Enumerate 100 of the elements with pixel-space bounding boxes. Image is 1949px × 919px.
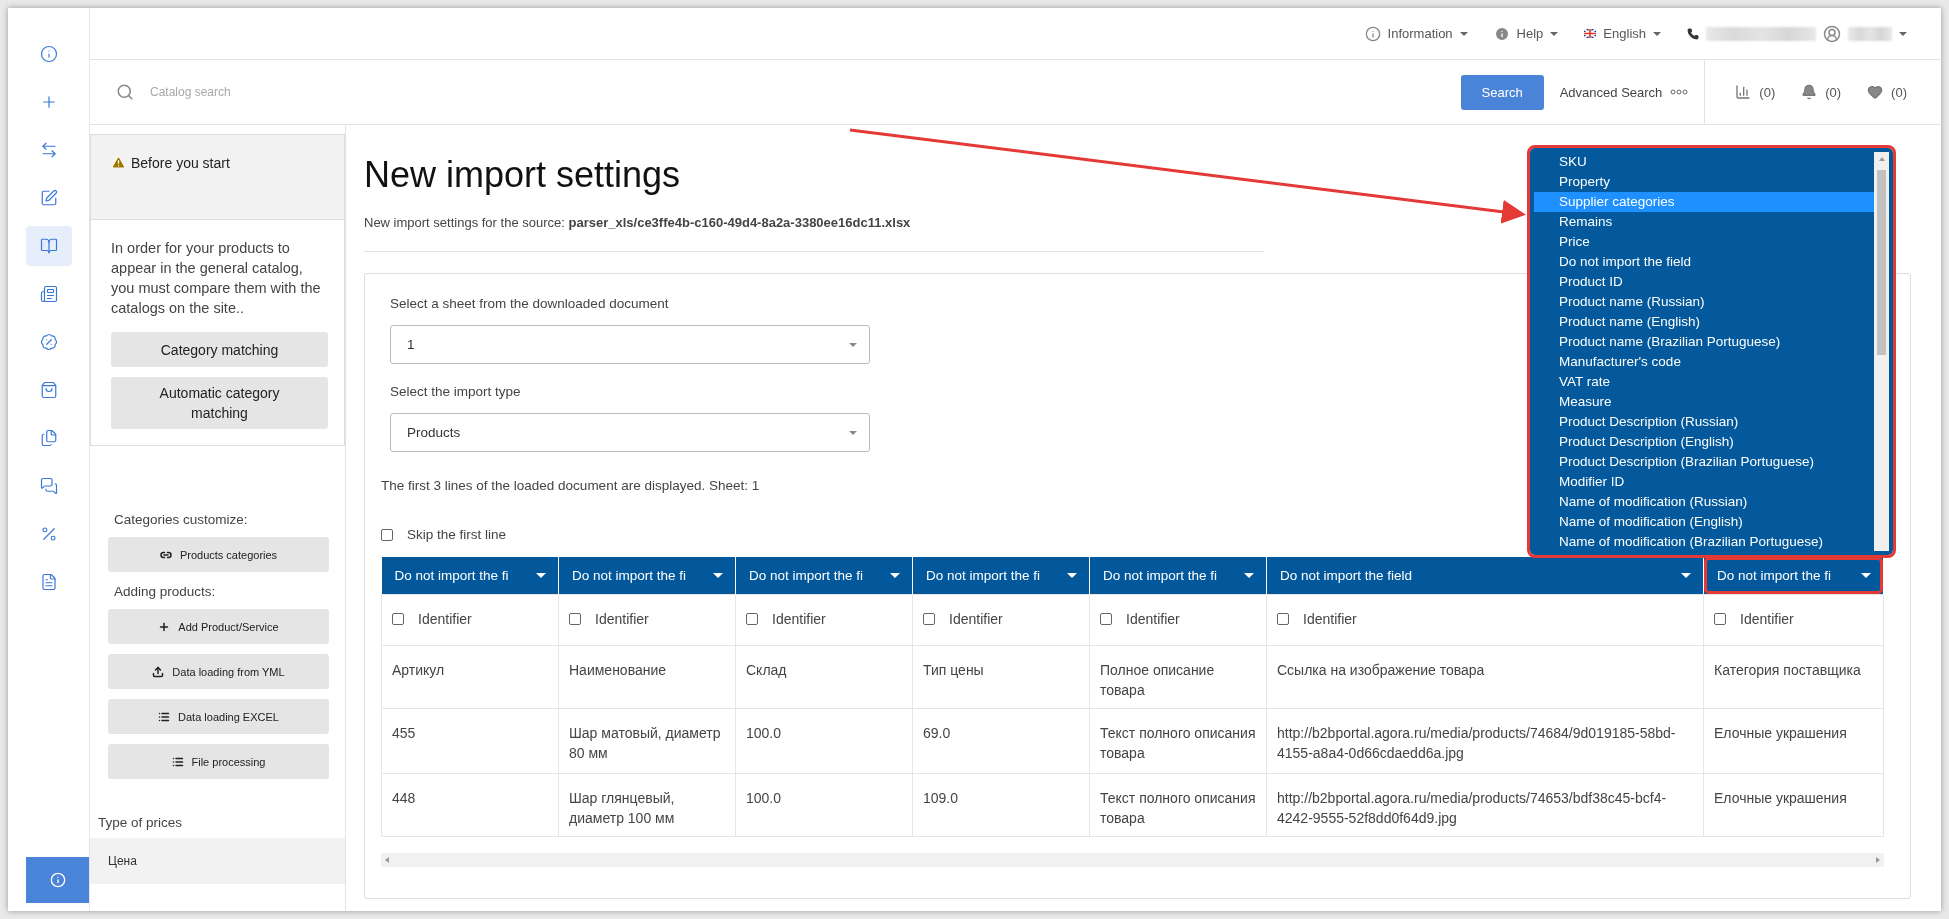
info-icon bbox=[1364, 25, 1381, 42]
sheet-select[interactable]: 1 bbox=[390, 325, 870, 364]
field-label: Select the import type bbox=[390, 384, 521, 399]
dropdown-option[interactable]: Name of modification (Brazilian Portuguese) bbox=[1534, 532, 1874, 552]
counter: (0) bbox=[1891, 84, 1907, 100]
dropdown-option[interactable]: Name of modification (Russian) bbox=[1534, 492, 1874, 512]
dropdown-option[interactable]: Measure bbox=[1534, 392, 1874, 412]
table-cell: Тип цены bbox=[912, 645, 1090, 708]
table-cell: Шар глянцевый, диаметр 100 мм bbox=[558, 773, 736, 836]
documents-icon bbox=[39, 429, 58, 447]
table-cell: Категория поставщика bbox=[1703, 645, 1884, 708]
dropdown-option[interactable]: Remains bbox=[1534, 212, 1874, 232]
dropdown-option[interactable]: Product name (English) bbox=[1534, 312, 1874, 332]
import-type-select[interactable]: Products bbox=[390, 413, 870, 452]
matching-button[interactable]: Automatic category matching bbox=[111, 377, 328, 429]
percent-icon bbox=[39, 525, 58, 543]
matching-button[interactable]: Category matching bbox=[111, 332, 328, 367]
help-menu[interactable]: Help bbox=[1493, 25, 1559, 42]
dropdown-option[interactable]: Do not import the field bbox=[1534, 252, 1874, 272]
info-icon bbox=[39, 45, 58, 63]
column-select[interactable]: Do not import the field bbox=[1267, 557, 1703, 594]
info-icon bbox=[49, 872, 66, 888]
search-button[interactable]: Search bbox=[1460, 74, 1544, 110]
checkbox[interactable] bbox=[392, 612, 404, 625]
edit-icon bbox=[39, 189, 58, 207]
checkbox-label: Identifier bbox=[1126, 609, 1180, 629]
column-select[interactable]: Do not import the fi bbox=[1704, 557, 1883, 594]
table-cell: Шар матовый, диаметр 80 мм bbox=[558, 708, 736, 773]
action-button[interactable]: Data loading EXCEL bbox=[108, 699, 329, 734]
user-icon bbox=[1823, 24, 1841, 43]
action-button[interactable]: Data loading from YML bbox=[108, 654, 329, 689]
chat-icon bbox=[39, 477, 58, 495]
nav-button[interactable] bbox=[25, 226, 72, 266]
action-button[interactable]: File processing bbox=[108, 744, 329, 779]
dropdown-option[interactable]: Product Description (Russian) bbox=[1534, 412, 1874, 432]
notice-title: Before you start bbox=[131, 155, 230, 171]
checkbox[interactable] bbox=[1100, 612, 1112, 625]
checkbox[interactable] bbox=[1714, 612, 1726, 625]
percent-badge-icon bbox=[39, 333, 58, 351]
checkbox[interactable] bbox=[569, 612, 581, 625]
field-dropdown-list[interactable] bbox=[1530, 148, 1893, 555]
dropdown-option[interactable]: Property bbox=[1534, 172, 1874, 192]
dropdown-option[interactable]: Name of modification (English) bbox=[1534, 512, 1874, 532]
checkbox[interactable] bbox=[746, 612, 758, 625]
column-select[interactable]: Do not import the fi bbox=[736, 557, 912, 594]
warning-icon bbox=[111, 155, 126, 170]
table-cell: 109.0 bbox=[912, 773, 1090, 836]
dropdown-option[interactable]: Product name (Brazilian Portuguese) bbox=[1534, 332, 1874, 352]
checkbox[interactable] bbox=[923, 612, 935, 625]
horizontal-scrollbar[interactable] bbox=[381, 852, 1884, 867]
checkbox-label: Identifier bbox=[772, 609, 826, 629]
advanced-search-link[interactable]: Advanced Search bbox=[1559, 84, 1663, 100]
information-menu[interactable]: Information bbox=[1364, 25, 1468, 42]
dropdown-option[interactable]: VAT rate bbox=[1534, 372, 1874, 392]
heart-icon[interactable] bbox=[1867, 84, 1884, 100]
dropdown-option[interactable]: Product ID bbox=[1534, 272, 1874, 292]
info-button[interactable] bbox=[26, 857, 89, 903]
arrows-icon bbox=[39, 141, 58, 159]
more-icon bbox=[1670, 89, 1689, 95]
dropdown-option[interactable]: Product Description (Brazilian Portuguese) bbox=[1534, 452, 1874, 472]
chart-icon[interactable] bbox=[1735, 84, 1752, 100]
table-cell: 448 bbox=[381, 773, 559, 836]
notice-text: In order for your products to appear in the general catalog, you must compare them with the catalogs on the site.. bbox=[111, 239, 322, 318]
table-cell: http://b2bportal.agora.ru/media/products/74684/9d019185-58bd-4155-a8a4-0d66cdaedd6a.jpg bbox=[1266, 708, 1704, 773]
table-cell: Елочные украшения bbox=[1703, 773, 1884, 836]
bell-icon[interactable] bbox=[1801, 84, 1818, 100]
checkbox[interactable] bbox=[1277, 612, 1289, 625]
price-type-item[interactable]: Цена bbox=[90, 838, 345, 884]
info-icon bbox=[1493, 25, 1510, 42]
vertical-scrollbar[interactable] bbox=[1874, 152, 1889, 551]
document-icon bbox=[39, 573, 58, 591]
dropdown-option[interactable]: Product Description (English) bbox=[1534, 432, 1874, 452]
table-cell: Текст полного описания товара bbox=[1089, 708, 1267, 773]
dropdown-option[interactable]: Modifier ID bbox=[1534, 472, 1874, 492]
book-icon bbox=[39, 237, 58, 255]
blurred-text bbox=[1848, 26, 1892, 41]
column-select[interactable]: Do not import the fi bbox=[913, 557, 1089, 594]
plus-icon bbox=[158, 620, 171, 633]
table-cell: Наименование bbox=[558, 645, 736, 708]
search-field[interactable]: Catalog search bbox=[148, 84, 448, 100]
action-button[interactable]: Products categories bbox=[108, 537, 329, 572]
section-title: Categories customize: bbox=[113, 512, 249, 527]
checkbox[interactable] bbox=[381, 528, 393, 541]
checkbox-label: Identifier bbox=[595, 609, 649, 629]
language-menu[interactable]: English bbox=[1584, 26, 1661, 41]
dropdown-option[interactable]: Manufacturer's code bbox=[1534, 352, 1874, 372]
table-cell: Артикул bbox=[381, 645, 559, 708]
table-cell: Склад bbox=[735, 645, 913, 708]
table-cell: Ссылка на изображение товара bbox=[1266, 645, 1704, 708]
checkbox-label: Identifier bbox=[1740, 609, 1794, 629]
dropdown-option[interactable]: Product name (Russian) bbox=[1534, 292, 1874, 312]
action-button[interactable]: Add Product/Service bbox=[108, 609, 329, 644]
dropdown-option[interactable]: SKU bbox=[1534, 152, 1874, 172]
column-select[interactable]: Do not import the fi bbox=[1090, 557, 1266, 594]
counter: (0) bbox=[1825, 84, 1842, 100]
checkbox-label: Identifier bbox=[418, 609, 472, 629]
dropdown-option[interactable]: Price bbox=[1534, 232, 1874, 252]
table-cell: 100.0 bbox=[735, 708, 913, 773]
column-select[interactable]: Do not import the fi bbox=[381, 557, 558, 594]
column-select[interactable]: Do not import the fi bbox=[559, 557, 735, 594]
